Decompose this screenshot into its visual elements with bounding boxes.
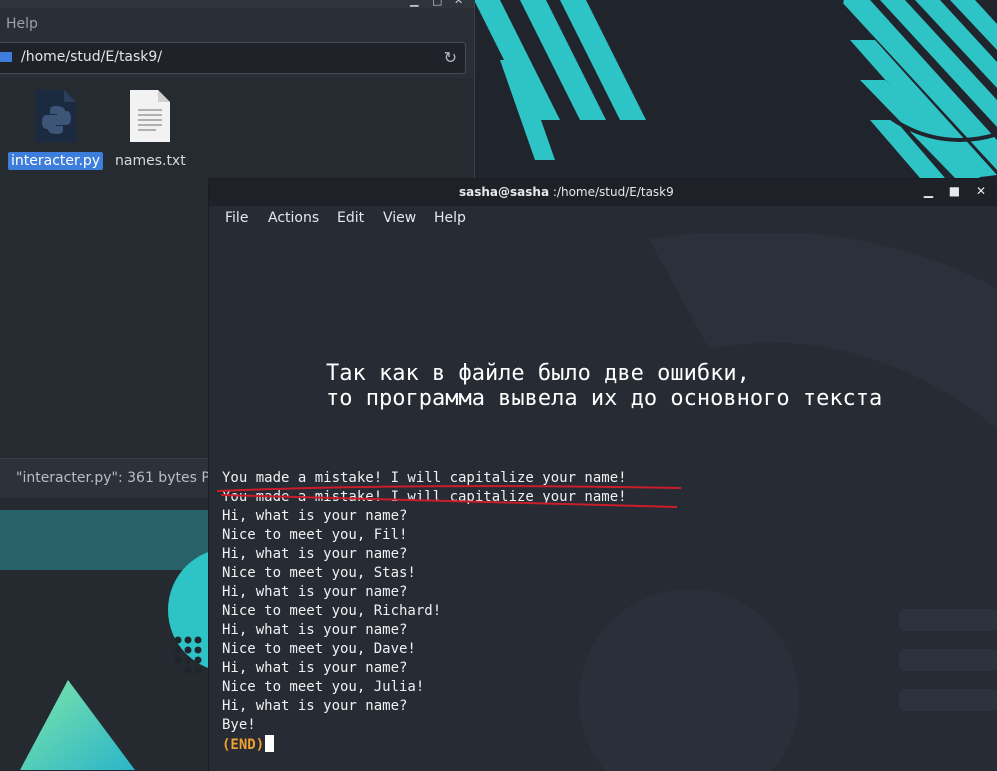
output-line: Nice to meet you, Julia! <box>222 679 425 695</box>
menu-help[interactable]: Help <box>6 16 38 32</box>
minimize-icon[interactable]: ▁ <box>410 0 418 7</box>
output-line: Nice to meet you, Fil! <box>222 527 408 543</box>
terminal-titlebar[interactable]: sasha@sasha :/home/stud/E/task9 ▁ ■ ✕ <box>209 179 997 206</box>
end-marker: (END) <box>222 735 627 754</box>
output-line: You made a mistake! I will capitalize yo… <box>222 470 627 486</box>
terminal-window: sasha@sasha :/home/stud/E/task9 ▁ ■ ✕ Fi… <box>208 178 997 771</box>
output-line: You made a mistake! I will capitalize yo… <box>222 489 627 505</box>
terminal-cursor <box>265 735 275 752</box>
output-line: Bye! <box>222 717 256 733</box>
output-line: Hi, what is your name? <box>222 660 408 676</box>
menu-file[interactable]: File <box>225 210 248 226</box>
annotation-text: Так как в файле было две ошибки, то прогр… <box>326 361 882 411</box>
terminal-output[interactable]: You made a mistake! I will capitalize yo… <box>222 469 627 754</box>
file-item-interacter[interactable]: interacter.py <box>8 88 104 170</box>
output-line: Hi, what is your name? <box>222 622 408 638</box>
output-line: Nice to meet you, Stas! <box>222 565 416 581</box>
folder-icon <box>0 52 12 62</box>
file-manager-titlebar[interactable]: ▁ □ ✕ <box>0 0 474 8</box>
status-text: "interacter.py": 361 bytes Pyt <box>16 470 224 486</box>
file-item-names[interactable]: names.txt <box>112 88 189 170</box>
annotation-line: Так как в файле было две ошибки, <box>326 361 750 386</box>
location-bar[interactable]: /home/stud/E/task9/ ↻ <box>0 42 466 74</box>
maximize-icon[interactable]: □ <box>432 0 442 7</box>
output-line: Nice to meet you, Richard! <box>222 603 442 619</box>
output-line: Nice to meet you, Dave! <box>222 641 416 657</box>
menu-help[interactable]: Help <box>434 210 466 226</box>
output-line: Hi, what is your name? <box>222 584 408 600</box>
output-line: Hi, what is your name? <box>222 508 408 524</box>
text-file-icon <box>130 90 171 142</box>
output-line: Hi, what is your name? <box>222 546 408 562</box>
location-path[interactable]: /home/stud/E/task9/ <box>21 49 162 65</box>
maximize-icon[interactable]: ■ <box>949 184 960 198</box>
annotation-line: то программа вывела их до основного текс… <box>326 386 883 411</box>
minimize-icon[interactable]: ▁ <box>924 184 933 198</box>
python-file-icon <box>35 90 76 142</box>
menu-edit[interactable]: Edit <box>337 210 364 226</box>
menu-view[interactable]: View <box>383 210 416 226</box>
output-line: Hi, what is your name? <box>222 698 408 714</box>
terminal-menubar: File Actions Edit View Help <box>209 206 997 233</box>
terminal-title: sasha@sasha :/home/stud/E/task9 <box>459 185 674 199</box>
file-name: names.txt <box>115 153 186 169</box>
file-name: interacter.py <box>8 152 104 170</box>
menu-actions[interactable]: Actions <box>268 210 319 226</box>
reload-icon[interactable]: ↻ <box>444 48 457 67</box>
close-icon[interactable]: ✕ <box>976 184 986 198</box>
close-icon[interactable]: ✕ <box>454 0 463 7</box>
